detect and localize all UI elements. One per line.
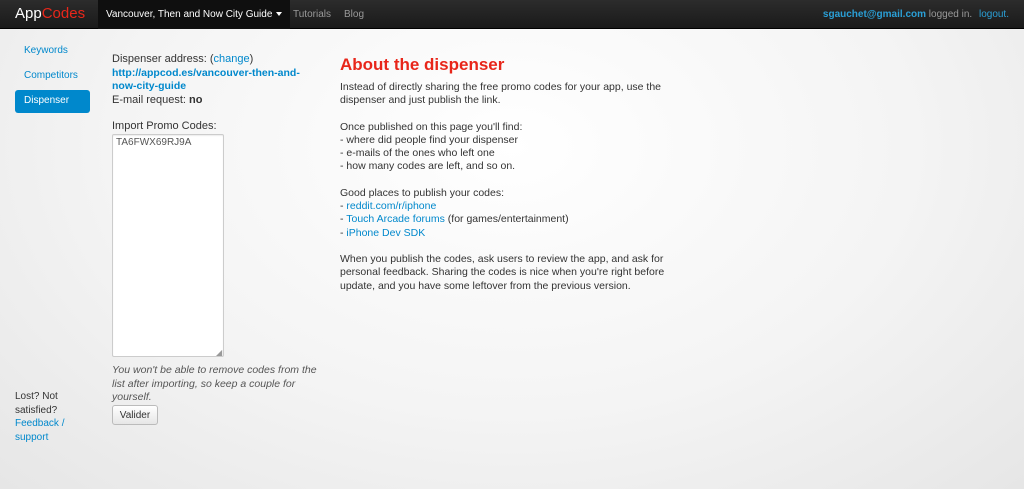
places-title: Good places to publish your codes: [340, 186, 505, 199]
about-find-list: Once published on this page you'll find:… [340, 121, 680, 174]
nav-blog[interactable]: Blog [344, 0, 364, 29]
app-select-label: Vancouver, Then and Now City Guide [106, 9, 273, 20]
about-intro: Instead of directly sharing the free pro… [340, 81, 662, 107]
find-title: Once published on this page you'll find: [340, 120, 523, 133]
find-item: - how many codes are left, and so on. [340, 160, 516, 173]
find-item: - e-mails of the ones who left one [340, 147, 495, 160]
logout-link[interactable]: logout. [979, 9, 1009, 20]
support-box: Lost? Not satisfied? Feedback / support [15, 390, 75, 444]
paren-close: ) [249, 53, 254, 65]
dispenser-url-line-2: now-city-guide [112, 80, 187, 92]
valider-button[interactable]: Valider [112, 405, 158, 425]
resize-grip-icon[interactable]: ◢ [216, 348, 222, 357]
sidebar-nav: Keywords Competitors Dispenser [15, 40, 90, 115]
sidebar-item-keywords[interactable]: Keywords [15, 40, 90, 63]
app-select-menu[interactable]: Vancouver, Then and Now City Guide [98, 0, 291, 29]
sidebar-item-dispenser[interactable]: Dispenser [15, 90, 90, 113]
dispenser-url-link[interactable]: http://appcod.es/vancouver-then-and- now… [112, 67, 317, 94]
email-request-label: E-mail request: [112, 93, 190, 106]
dispenser-address-label: Dispenser address: [112, 53, 210, 65]
about-title: About the dispenser [340, 55, 505, 74]
email-request-value: no [189, 93, 203, 106]
iphone-dev-sdk-link[interactable]: iPhone Dev SDK [346, 227, 425, 239]
import-help-text: You won't be able to remove codes from t… [112, 364, 317, 403]
support-link[interactable]: support [15, 431, 75, 445]
import-codes-label: Import Promo Codes: [112, 120, 217, 132]
brand-main: App [15, 5, 42, 22]
caret-down-icon [276, 12, 283, 17]
place-item: - Touch Arcade forums (for games/enterta… [340, 213, 680, 226]
brand-accent: Codes [41, 5, 86, 22]
logged-in-text: logged in. [926, 9, 973, 20]
place-item: - iPhone Dev SDK [340, 227, 680, 240]
reddit-link[interactable]: reddit.com/r/iphone [346, 200, 436, 212]
top-navbar: AppCodes Vancouver, Then and Now City Gu… [0, 0, 1024, 29]
change-link[interactable]: change [214, 53, 250, 65]
find-item: - where did people find your dispenser [340, 133, 519, 146]
about-dispenser-section: About the dispenser Instead of directly … [340, 55, 680, 306]
brand-logo[interactable]: AppCodes [15, 5, 85, 22]
lost-line-1: Lost? Not [15, 391, 58, 402]
dispenser-address-row: Dispenser address: (change) [112, 53, 327, 67]
touch-arcade-link[interactable]: Touch Arcade forums [346, 213, 445, 225]
email-request-row: E-mail request: no [112, 94, 327, 108]
promo-codes-textarea[interactable]: TA6FWX69RJ9A [112, 134, 224, 357]
nav-tutorials[interactable]: Tutorials [293, 0, 331, 29]
place-item: - reddit.com/r/iphone [340, 200, 680, 213]
feedback-link[interactable]: Feedback / [15, 417, 75, 431]
dispenser-form: Dispenser address: (change) http://appco… [112, 53, 327, 425]
about-places-list: Good places to publish your codes: - red… [340, 187, 680, 240]
place-2-suffix: (for games/entertainment) [444, 213, 569, 226]
user-area: sgauchet@gmail.com logged in. logout. [823, 0, 1009, 29]
user-email-link[interactable]: sgauchet@gmail.com [823, 9, 926, 20]
lost-line-2: satisfied? [15, 404, 58, 416]
sidebar-item-competitors[interactable]: Competitors [15, 65, 90, 88]
dispenser-url-line-1: http://appcod.es/vancouver-then-and- [112, 66, 300, 79]
about-outro: When you publish the codes, ask users to… [340, 252, 665, 292]
